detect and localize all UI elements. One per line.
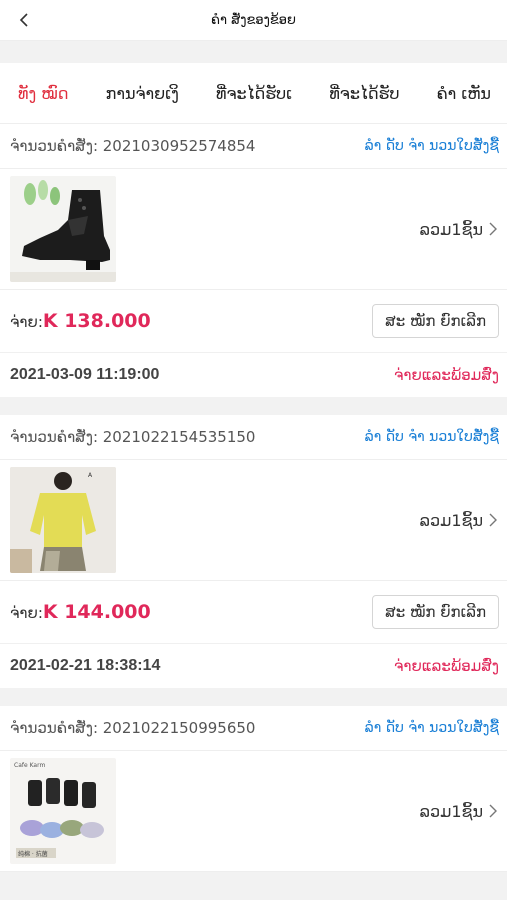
tab-to-receive[interactable]: ທີ່ຈະໄດ້ຮັບ: [329, 84, 399, 103]
spacer: [0, 41, 507, 63]
item-count[interactable]: ລວມ1ຊິ້ນ: [420, 220, 497, 239]
order-tabs: ທັງ ໝົດ ການຈ່າຍເງິ ທີ່ຈະໄດ້ຮັບເ ທີ່ຈະໄດ້…: [0, 63, 507, 124]
tab-payment[interactable]: ການຈ່າຍເງິ: [106, 84, 179, 103]
divider: [0, 397, 507, 415]
payment-row: ຈ່າຍ:K 138.000 ສະ ໝັກ ຍົກເລີກ: [0, 290, 507, 352]
tab-all[interactable]: ທັງ ໝົດ: [18, 84, 68, 103]
sweater-image-icon: A: [10, 467, 116, 573]
order-number: ຈຳນວນຄຳສັ່ງ: 2021022150995650: [10, 719, 256, 737]
order-number: ຈຳນວນຄຳສັ່ງ: 2021030952574854: [10, 137, 256, 155]
order-meta: 2021-02-21 18:38:14 ຈ່າຍແລະພ້ອມສົ່ງ: [0, 643, 507, 688]
cancel-order-button[interactable]: ສະ ໝັກ ຍົກເລີກ: [372, 595, 499, 629]
socks-image-icon: Cafe Karm 纯棉 · 抗菌: [14, 762, 104, 858]
order-number: ຈຳນວນຄຳສັ່ງ: 2021022154535150: [10, 428, 256, 446]
chevron-left-icon: [19, 13, 28, 27]
item-count[interactable]: ລວມ1ຊິ້ນ: [420, 511, 497, 530]
back-button[interactable]: [12, 8, 36, 32]
order-datetime: 2021-03-09 11:19:00: [10, 366, 160, 383]
order-header: ຈຳນວນຄຳສັ່ງ: 2021022154535150 ລຳ ດັບ ຈຳ …: [0, 415, 507, 460]
top-bar: ຄຳ ສັ່ງຂອງຂ້ອຍ: [0, 0, 507, 41]
order-datetime: 2021-02-21 18:38:14: [10, 657, 161, 674]
payment-label: ຈ່າຍ:: [10, 604, 43, 622]
product-row[interactable]: Cafe Karm 纯棉 · 抗菌 ລວມ1ຊິ້ນ: [0, 751, 507, 872]
item-count-label: ລວມ1ຊິ້ນ: [419, 801, 483, 821]
payment-row: ຈ່າຍ:K 144.000 ສະ ໝັກ ຍົກເລີກ: [0, 581, 507, 643]
item-count-label: ລວມ1ຊິ້ນ: [419, 219, 483, 239]
payment-amount: K 144.000: [42, 601, 151, 623]
tab-reviews[interactable]: ຄຳ ເຫັນ: [437, 84, 491, 103]
order-status: ຈ່າຍແລະພ້ອມສົ່ງ: [394, 366, 499, 384]
order-card: ຈຳນວນຄຳສັ່ງ: 2021030952574854 ລຳ ດັບ ຈຳ …: [0, 124, 507, 397]
boot-image-icon: [10, 180, 116, 282]
page-title: ຄຳ ສັ່ງຂອງຂ້ອຍ: [211, 12, 296, 28]
order-card: ຈຳນວນຄຳສັ່ງ: 2021022154535150 ລຳ ດັບ ຈຳ …: [0, 415, 507, 688]
tab-to-ship[interactable]: ທີ່ຈະໄດ້ຮັບເ: [216, 84, 292, 103]
order-details-link[interactable]: ລຳ ດັບ ຈຳ ນວນໃບສັ່ງຊື້: [365, 429, 499, 445]
thumb-caption-top: Cafe Karm: [14, 762, 45, 769]
order-card: ຈຳນວນຄຳສັ່ງ: 2021022150995650 ລຳ ດັບ ຈຳ …: [0, 706, 507, 872]
cancel-order-button[interactable]: ສະ ໝັກ ຍົກເລີກ: [372, 304, 499, 338]
order-meta: 2021-03-09 11:19:00 ຈ່າຍແລະພ້ອມສົ່ງ: [0, 352, 507, 397]
order-header: ຈຳນວນຄຳສັ່ງ: 2021022150995650 ລຳ ດັບ ຈຳ …: [0, 706, 507, 751]
item-count[interactable]: ລວມ1ຊິ້ນ: [420, 802, 497, 821]
product-row[interactable]: A ລວມ1ຊິ້ນ: [0, 460, 507, 581]
thumb-caption-bottom: 纯棉 · 抗菌: [18, 850, 48, 858]
product-thumbnail-socks[interactable]: Cafe Karm 纯棉 · 抗菌: [10, 758, 116, 864]
chevron-right-icon: [489, 513, 497, 527]
product-thumbnail-sweater[interactable]: A: [10, 467, 116, 573]
chevron-right-icon: [489, 222, 497, 236]
order-header: ຈຳນວນຄຳສັ່ງ: 2021030952574854 ລຳ ດັບ ຈຳ …: [0, 124, 507, 169]
product-row[interactable]: ລວມ1ຊິ້ນ: [0, 169, 507, 290]
payment-amount: K 138.000: [42, 310, 151, 332]
chevron-right-icon: [489, 804, 497, 818]
order-details-link[interactable]: ລຳ ດັບ ຈຳ ນວນໃບສັ່ງຊື້: [365, 138, 499, 154]
divider: [0, 688, 507, 706]
item-count-label: ລວມ1ຊິ້ນ: [419, 510, 483, 530]
product-thumbnail-boot[interactable]: [10, 176, 116, 282]
order-status: ຈ່າຍແລະພ້ອມສົ່ງ: [394, 657, 499, 675]
payment-label: ຈ່າຍ:: [10, 313, 43, 331]
order-details-link[interactable]: ລຳ ດັບ ຈຳ ນວນໃບສັ່ງຊື້: [365, 720, 499, 736]
